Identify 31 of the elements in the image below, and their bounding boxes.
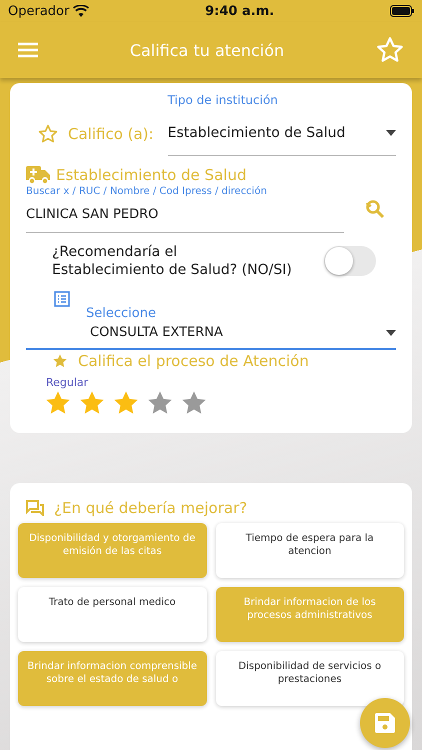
- list-icon: [54, 291, 70, 308]
- dropdown-caret-icon: [386, 330, 396, 336]
- service-dropdown[interactable]: CONSULTA EXTERNA: [26, 321, 396, 350]
- califico-label: Califico (a):: [68, 124, 154, 142]
- wifi-icon: [73, 5, 90, 17]
- save-icon: [375, 713, 395, 733]
- recommend-question: ¿Recomendaría el Establecimiento de Salud? (NO/SI): [52, 243, 292, 280]
- recommend-toggle[interactable]: [324, 246, 376, 276]
- improvement-option[interactable]: Disponibilidad de servicios o prestaciones: [216, 651, 404, 706]
- menu-icon[interactable]: [18, 42, 38, 58]
- improve-title: ¿En qué debería mejorar?: [54, 499, 248, 518]
- status-time: 9:40 a.m.: [205, 4, 274, 18]
- star-icon: [52, 353, 68, 370]
- search-icon[interactable]: [364, 198, 386, 220]
- chat-icon: [26, 500, 44, 516]
- institution-type-dropdown[interactable]: Establecimiento de Salud: [168, 113, 396, 156]
- improvement-option[interactable]: Trato de personal medico: [18, 587, 206, 642]
- carrier-name: Operador: [8, 4, 70, 18]
- search-field[interactable]: Buscar x / RUC / Nombre / Cod Ipress / dirección CLINICA SAN PEDRO: [26, 184, 344, 233]
- star-outline-icon: [38, 124, 58, 144]
- screen-title: Califica tu atención: [130, 40, 284, 60]
- star-outline-icon: [376, 36, 404, 64]
- ambulance-icon: [26, 166, 50, 184]
- improvement-option[interactable]: Tiempo de espera para la atencion: [216, 523, 404, 578]
- field-label: Seleccione: [86, 306, 157, 322]
- field-label: Tipo de institución: [168, 93, 279, 107]
- rating-label: Regular: [45, 376, 90, 390]
- battery-icon: [390, 5, 414, 17]
- rating-title: Califica el proceso de Atención: [78, 352, 309, 370]
- dropdown-caret-icon: [386, 130, 396, 136]
- section-title: Establecimiento de Salud: [56, 166, 246, 184]
